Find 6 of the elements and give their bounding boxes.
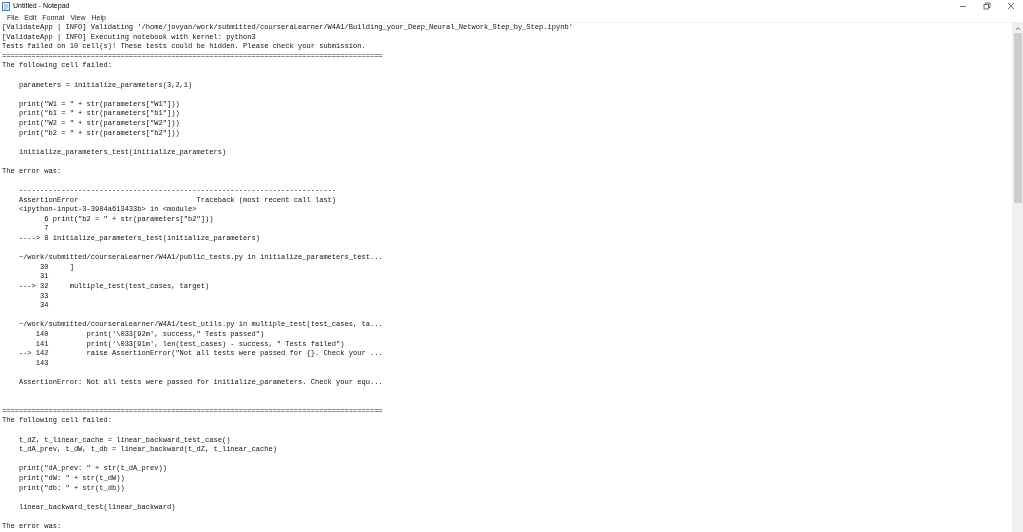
scroll-up-icon[interactable]	[1014, 26, 1021, 31]
scrollbar[interactable]	[1012, 23, 1023, 532]
scrollbar-thumb[interactable]	[1013, 33, 1022, 203]
notepad-icon	[2, 1, 10, 11]
restore-icon[interactable]	[983, 2, 991, 10]
close-icon[interactable]	[1007, 2, 1015, 10]
